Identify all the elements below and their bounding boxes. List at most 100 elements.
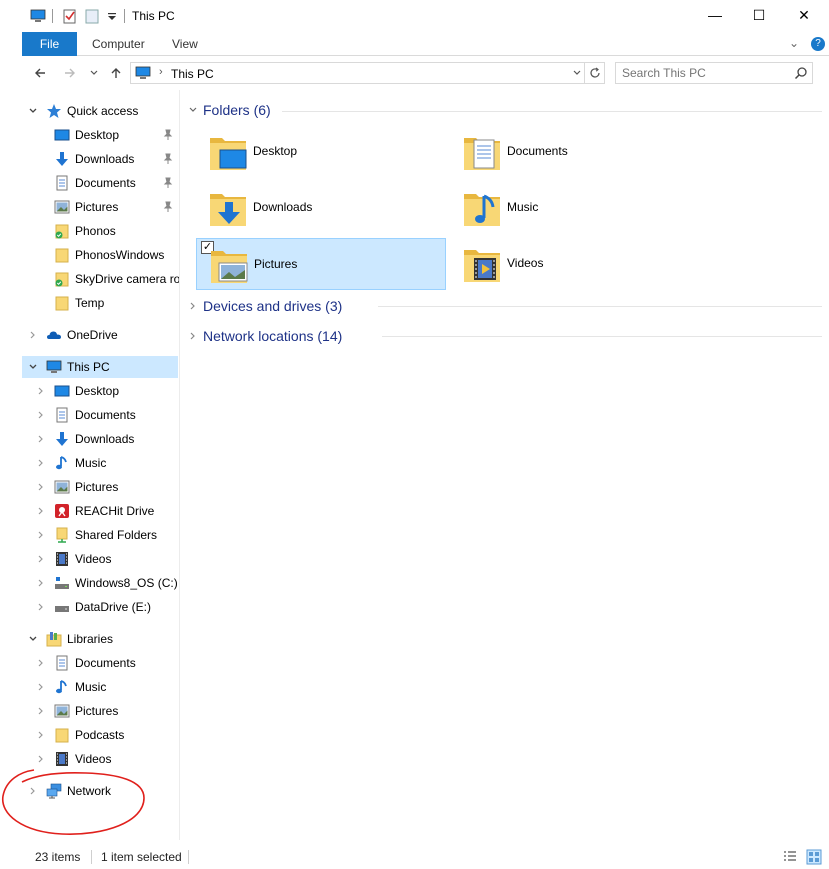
sidebar-item-pc-reachit[interactable]: REACHit Drive: [22, 500, 178, 522]
chevron-right-icon[interactable]: [36, 602, 46, 612]
sidebar-item-pc-downloads[interactable]: Downloads: [22, 428, 178, 450]
refresh-button[interactable]: [584, 63, 604, 83]
expand-ribbon-button[interactable]: ⌄: [789, 36, 799, 50]
chevron-right-icon[interactable]: [36, 754, 46, 764]
folder-tile-music[interactable]: Music: [450, 182, 700, 234]
chevron-right-icon[interactable]: [36, 658, 46, 668]
sidebar-item-pc-e-drive[interactable]: DataDrive (E:): [22, 596, 178, 618]
sidebar-item-network[interactable]: Network: [22, 780, 178, 802]
forward-button[interactable]: [60, 63, 80, 83]
search-icon[interactable]: [794, 66, 808, 80]
new-folder-icon[interactable]: [84, 8, 100, 24]
sidebar-item-pc-music[interactable]: Music: [22, 452, 178, 474]
sidebar-item-qa-documents[interactable]: Documents: [22, 172, 178, 194]
tab-view[interactable]: View: [172, 37, 198, 51]
sidebar-item-pc-c-drive[interactable]: Windows8_OS (C:): [22, 572, 178, 594]
pin-icon[interactable]: [163, 129, 173, 141]
chevron-down-icon[interactable]: [28, 106, 38, 116]
folder-tile-documents[interactable]: Documents: [450, 126, 700, 178]
sidebar-item-qa-desktop[interactable]: Desktop: [22, 124, 178, 146]
search-box[interactable]: [615, 62, 813, 84]
pin-icon[interactable]: [163, 201, 173, 213]
chevron-right-icon[interactable]: [36, 706, 46, 716]
chevron-right-icon[interactable]: [36, 386, 46, 396]
sidebar-item-pc-documents[interactable]: Documents: [22, 404, 178, 426]
star-icon: [47, 104, 61, 118]
chevron-right-icon[interactable]: [36, 410, 46, 420]
sidebar-item-lib-pictures[interactable]: Pictures: [22, 700, 178, 722]
minimize-button[interactable]: —: [692, 0, 738, 30]
sidebar-label: Downloads: [75, 152, 135, 166]
sidebar-item-qa-phonoswindows[interactable]: PhonosWindows: [22, 244, 178, 266]
chevron-right-icon[interactable]: [36, 730, 46, 740]
chevron-down-icon[interactable]: [28, 362, 38, 372]
chevron-right-icon[interactable]: [36, 458, 46, 468]
breadcrumb-chevron[interactable]: ›: [159, 66, 163, 78]
tab-computer[interactable]: Computer: [92, 37, 145, 51]
sidebar-item-qa-phonos[interactable]: Phonos: [22, 220, 178, 242]
sidebar-item-this-pc[interactable]: This PC: [22, 356, 178, 378]
sidebar-item-quick-access[interactable]: Quick access: [22, 100, 178, 122]
chevron-right-icon[interactable]: [36, 554, 46, 564]
details-view-icon[interactable]: [782, 849, 798, 865]
folder-tile-downloads[interactable]: Downloads: [196, 182, 446, 234]
back-button[interactable]: [30, 63, 50, 83]
sidebar-item-pc-desktop[interactable]: Desktop: [22, 380, 178, 402]
item-count: 23 items: [35, 850, 81, 864]
folder-icon: [55, 728, 69, 743]
sidebar-item-libraries[interactable]: Libraries: [22, 628, 178, 650]
chevron-right-icon[interactable]: [36, 482, 46, 492]
maximize-button[interactable]: ☐: [736, 0, 782, 30]
chevron-right-icon[interactable]: [36, 434, 46, 444]
chevron-down-icon[interactable]: [188, 105, 198, 115]
chevron-right-icon[interactable]: [36, 578, 46, 588]
pin-icon[interactable]: [163, 153, 173, 165]
tab-file[interactable]: File: [22, 32, 77, 56]
title-separator: [124, 9, 125, 23]
chevron-down-icon: [90, 70, 98, 75]
address-bar[interactable]: › This PC: [130, 62, 605, 84]
large-icons-view-icon[interactable]: [806, 849, 822, 865]
sidebar-item-lib-videos[interactable]: Videos: [22, 748, 178, 770]
search-input[interactable]: [622, 66, 782, 80]
arrow-up-icon: [111, 68, 121, 78]
chevron-down-icon[interactable]: [28, 634, 38, 644]
sidebar-item-lib-music[interactable]: Music: [22, 676, 178, 698]
sidebar-item-pc-pictures[interactable]: Pictures: [22, 476, 178, 498]
synced-folder-icon: [55, 224, 69, 239]
pin-icon[interactable]: [163, 177, 173, 189]
sidebar-item-pc-videos[interactable]: Videos: [22, 548, 178, 570]
sidebar-item-lib-documents[interactable]: Documents: [22, 652, 178, 674]
folder-label: Downloads: [253, 200, 313, 214]
sidebar-label: Music: [75, 680, 107, 694]
chevron-right-icon[interactable]: [188, 331, 198, 341]
folder-tile-videos[interactable]: Videos: [450, 238, 700, 290]
sidebar-item-lib-podcasts[interactable]: Podcasts: [22, 724, 178, 746]
sidebar-item-qa-pictures[interactable]: Pictures: [22, 196, 178, 218]
close-button[interactable]: ✕: [781, 0, 827, 30]
folder-tile-pictures[interactable]: ✓ Pictures: [196, 238, 446, 290]
sidebar-label: Shared Folders: [75, 528, 158, 542]
sidebar-item-qa-skydrive[interactable]: SkyDrive camera rol: [22, 268, 179, 290]
chevron-right-icon[interactable]: [36, 530, 46, 540]
sidebar-item-qa-temp[interactable]: Temp: [22, 292, 178, 314]
chevron-right-icon[interactable]: [28, 786, 38, 796]
chevron-down-icon[interactable]: [572, 68, 582, 78]
up-button[interactable]: [106, 63, 126, 83]
properties-icon[interactable]: [62, 8, 78, 24]
chevron-right-icon[interactable]: [188, 301, 198, 311]
chevron-right-icon[interactable]: [36, 506, 46, 516]
breadcrumb[interactable]: This PC: [171, 67, 214, 81]
sidebar-item-qa-downloads[interactable]: Downloads: [22, 148, 178, 170]
recent-locations-button[interactable]: [84, 63, 104, 83]
customize-quick-access-icon[interactable]: [104, 8, 120, 24]
sidebar-item-pc-shared[interactable]: Shared Folders: [22, 524, 178, 546]
chevron-right-icon[interactable]: [28, 330, 38, 340]
network-icon: [46, 783, 62, 799]
sidebar-item-onedrive[interactable]: OneDrive: [22, 324, 178, 346]
folder-tile-desktop[interactable]: Desktop: [196, 126, 446, 178]
selection-count: 1 item selected: [101, 850, 182, 864]
group-header-folders[interactable]: Folders (6): [188, 100, 828, 120]
chevron-right-icon[interactable]: [36, 682, 46, 692]
help-button[interactable]: ?: [811, 37, 825, 51]
